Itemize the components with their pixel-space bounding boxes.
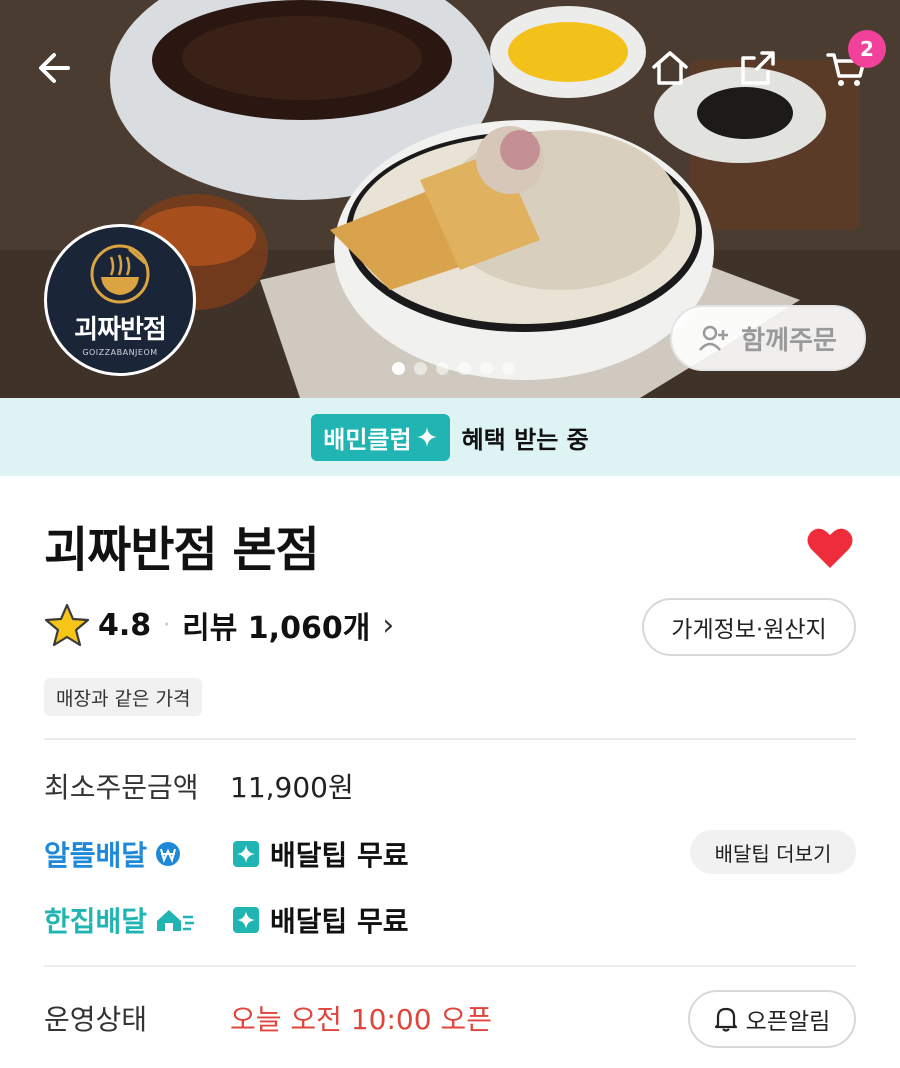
open-alarm-button[interactable]: 오픈알림 bbox=[688, 990, 856, 1048]
store-name: 괴짜반점 본점 bbox=[44, 522, 320, 578]
delivery-tip-saver: 배달팁 무료 bbox=[232, 834, 409, 874]
home-icon bbox=[652, 51, 688, 85]
hero-image[interactable]: 2 괴짜반점 GOIZZABANJEOM 함께주문 bbox=[0, 0, 900, 398]
logo-subtext: GOIZZABANJEOM bbox=[82, 348, 158, 357]
bell-icon bbox=[714, 1007, 737, 1032]
carousel-dot[interactable] bbox=[458, 362, 471, 375]
club-badge: 배민클럽 bbox=[311, 413, 450, 461]
carousel-dots bbox=[392, 362, 515, 375]
tip-more-button[interactable]: 배달팁 더보기 bbox=[690, 830, 856, 874]
price-tag-badge: 매장과 같은 가격 bbox=[44, 678, 203, 716]
star-icon bbox=[44, 603, 90, 647]
sparkle-icon bbox=[416, 427, 437, 447]
group-order-button[interactable]: 함께주문 bbox=[670, 305, 866, 371]
delivery-tip-single: 배달팁 무료 bbox=[232, 900, 409, 940]
status-label: 운영상태 bbox=[44, 1003, 148, 1036]
noodle-bowl-icon bbox=[90, 244, 150, 304]
carousel-dot[interactable] bbox=[414, 362, 427, 375]
club-spark-icon bbox=[233, 907, 259, 933]
chevron-right-icon: › bbox=[382, 607, 395, 643]
rating-separator: · bbox=[163, 612, 171, 638]
carousel-dot[interactable] bbox=[502, 362, 515, 375]
add-person-icon bbox=[699, 325, 729, 351]
arrow-left-icon bbox=[39, 53, 70, 83]
carousel-dot[interactable] bbox=[436, 362, 449, 375]
carousel-dot[interactable] bbox=[392, 362, 405, 375]
logo-text: 괴짜반점 bbox=[74, 315, 167, 345]
favorite-heart-icon[interactable] bbox=[806, 526, 854, 570]
delivery-option-single: 한집배달 bbox=[44, 900, 195, 940]
min-order-label: 최소주문금액 bbox=[44, 771, 199, 804]
club-badge-label: 배민클럽 bbox=[323, 425, 412, 454]
home-button[interactable] bbox=[642, 40, 698, 96]
won-coin-icon bbox=[156, 842, 181, 866]
status-value: 오늘 오전 10:00 오픈 bbox=[230, 1003, 492, 1036]
min-order-value: 11,900원 bbox=[230, 771, 354, 804]
divider bbox=[44, 965, 856, 967]
store-info-button[interactable]: 가게정보·원산지 bbox=[642, 598, 856, 656]
cart-count-badge: 2 bbox=[848, 30, 886, 68]
rating-value: 4.8 bbox=[98, 607, 152, 643]
rating-row[interactable]: 4.8 · 리뷰 1,060개 › bbox=[44, 598, 394, 652]
delivery-tip-text: 배달팁 무료 bbox=[270, 905, 409, 938]
carousel-dot[interactable] bbox=[480, 362, 493, 375]
club-benefit-text: 혜택 받는 중 bbox=[461, 425, 589, 454]
baemin-club-banner[interactable]: 배민클럽 혜택 받는 중 bbox=[0, 398, 900, 476]
open-alarm-label: 오픈알림 bbox=[745, 1009, 831, 1035]
share-icon bbox=[741, 51, 775, 85]
review-count-link[interactable]: 리뷰 1,060개 bbox=[182, 603, 370, 647]
delivery-tip-text: 배달팁 무료 bbox=[270, 839, 409, 872]
delivery-option-label: 알뜰배달 bbox=[44, 839, 148, 872]
group-order-label: 함께주문 bbox=[741, 325, 837, 356]
back-button[interactable] bbox=[26, 40, 82, 96]
fast-home-icon bbox=[157, 910, 195, 931]
delivery-option-label: 한집배달 bbox=[44, 905, 148, 938]
share-button[interactable] bbox=[730, 40, 786, 96]
delivery-option-saver: 알뜰배달 bbox=[44, 834, 183, 874]
store-logo: 괴짜반점 GOIZZABANJEOM bbox=[44, 224, 196, 376]
club-spark-icon bbox=[233, 841, 259, 867]
divider bbox=[44, 738, 856, 740]
